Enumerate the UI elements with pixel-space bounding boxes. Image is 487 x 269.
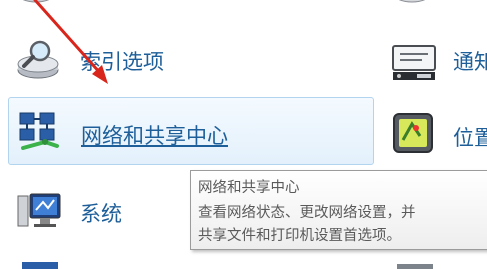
- indexing-options-item[interactable]: 索引选项: [8, 30, 368, 92]
- tooltip-description-line1: 查看网络状态、更改网络设置，并: [198, 205, 416, 221]
- notification-label[interactable]: 通知: [453, 46, 487, 76]
- system-label[interactable]: 系统: [80, 198, 122, 228]
- notification-item[interactable]: 通知: [388, 30, 487, 92]
- tooltip-description-line2: 共享文件和打印机设置首选项。: [198, 228, 401, 244]
- magnifier-drive-icon: [17, 40, 59, 79]
- network-sharing-tooltip: 网络和共享中心 查看网络状态、更改网络设置，并 共享文件和打印机设置首选项。: [190, 170, 487, 250]
- partial-bottom-left-icon: [22, 262, 58, 269]
- location-item[interactable]: 位置: [388, 100, 487, 162]
- location-gps-icon: [393, 113, 433, 153]
- partial-bottom-right-icon: [397, 264, 433, 269]
- tooltip-title: 网络和共享中心: [198, 180, 300, 196]
- network-sharing-center-link[interactable]: 网络和共享中心: [81, 120, 228, 150]
- control-panel-items: 索引选项 网络和共享中心 系统 通知 位置 网络和共享中心 查看网络状态、更改网…: [0, 0, 487, 269]
- system-item[interactable]: 系统: [8, 180, 188, 242]
- computer-monitor-icon: [17, 193, 61, 227]
- partial-top-right-icon: [398, 0, 426, 3]
- location-label[interactable]: 位置: [453, 122, 487, 152]
- indexing-options-label[interactable]: 索引选项: [80, 46, 164, 76]
- network-sharing-center-item[interactable]: 网络和共享中心: [8, 97, 374, 165]
- partial-top-left-icon: [22, 0, 50, 3]
- network-computers-icon: [19, 112, 59, 150]
- notification-tray-icon: [392, 45, 436, 80]
